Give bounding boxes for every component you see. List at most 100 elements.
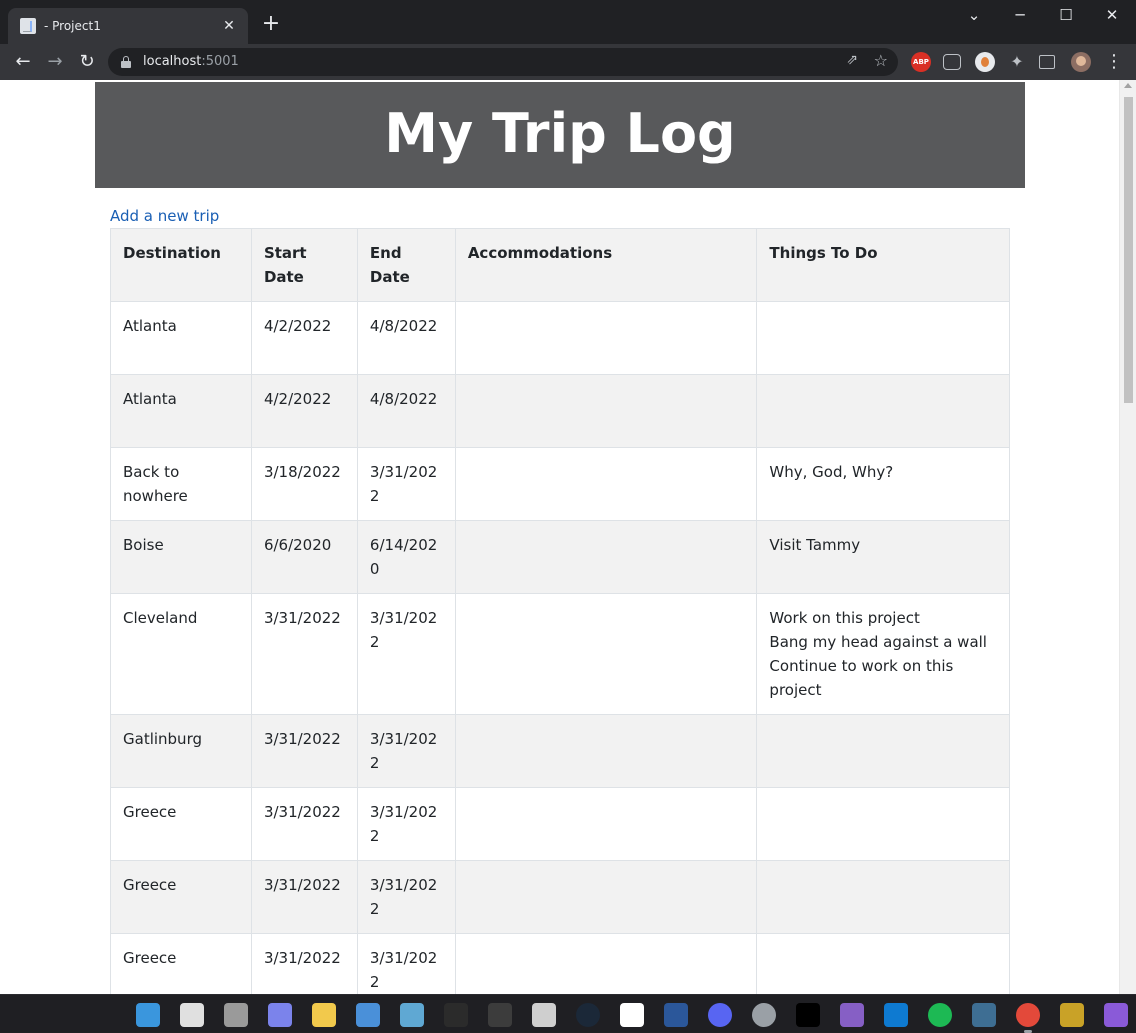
cell-things-to-do (756, 714, 1010, 788)
minimize-window-button[interactable]: ─ (997, 4, 1043, 28)
close-window-button[interactable]: ✕ (1089, 4, 1135, 28)
cell-accommodations (454, 447, 758, 521)
discord-icon[interactable] (708, 1003, 732, 1027)
table-row: Cleveland 3/31/2022 3/31/2022 Work on this … (110, 593, 1010, 715)
table-row: Boise 6/6/2020 6/14/2020 Visit Tammy (110, 520, 1010, 594)
cell-end-date: 3/31/2022 (356, 933, 456, 994)
table-row: Atlanta 4/2/2022 4/8/2022 (110, 301, 1010, 375)
add-trip-link[interactable]: Add a new trip (110, 207, 219, 225)
tab-search-chevron-icon[interactable]: ⌄ (951, 4, 997, 28)
cell-things-to-do (756, 933, 1010, 994)
cell-start-date: 6/6/2020 (250, 520, 358, 594)
lock-icon[interactable] (121, 56, 131, 68)
todo-item: Visit Tammy (769, 536, 861, 554)
user-avatar[interactable] (1071, 52, 1091, 72)
cell-end-date: 4/8/2022 (356, 374, 456, 448)
word-icon[interactable] (664, 1003, 688, 1027)
visual-studio-preview-icon[interactable] (1104, 1003, 1128, 1027)
address-url[interactable]: localhost:5001 (143, 54, 239, 69)
windows-start-icon[interactable] (136, 1003, 160, 1027)
page-title: My Trip Log (95, 82, 1025, 188)
oculus-icon[interactable] (620, 1003, 644, 1027)
cell-accommodations (454, 714, 758, 788)
task-manager-icon[interactable] (400, 1003, 424, 1027)
column-header-start-date: Start Date (250, 228, 358, 302)
cell-things-to-do (756, 374, 1010, 448)
reload-button[interactable]: ↻ (74, 49, 100, 75)
page-favicon-icon (20, 18, 36, 34)
adblock-plus-icon[interactable]: ABP (911, 52, 931, 72)
table-row: Atlanta 4/2/2022 4/8/2022 (110, 374, 1010, 448)
remote-desktop-icon[interactable] (356, 1003, 380, 1027)
cell-accommodations (454, 520, 758, 594)
column-header-destination: Destination (110, 228, 252, 302)
cell-start-date: 3/31/2022 (250, 714, 358, 788)
cell-accommodations (454, 301, 758, 375)
cell-end-date: 3/31/2022 (356, 714, 456, 788)
cell-things-to-do (756, 787, 1010, 861)
terminal-icon[interactable] (444, 1003, 468, 1027)
browser-tab[interactable]: - Project1 ✕ (8, 8, 248, 44)
maximize-window-button[interactable]: ☐ (1043, 4, 1089, 28)
cell-destination: Boise (110, 520, 252, 594)
profile-extension-icon[interactable] (975, 52, 995, 72)
task-view-icon[interactable] (224, 1003, 248, 1027)
cell-accommodations (454, 933, 758, 994)
new-tab-button[interactable]: + (259, 13, 283, 37)
table-header-row: Destination Start Date End Date Accommod… (110, 228, 1010, 302)
browser-toolbar: ← → ↻ localhost:5001 ⇗ ☆ ABP ✦ ⋮ (0, 44, 1136, 80)
scroll-up-arrow-icon[interactable] (1124, 83, 1132, 88)
page-viewport: My Trip Log Add a new trip Destination S… (0, 80, 1136, 994)
steam-icon[interactable] (576, 1003, 600, 1027)
forward-button[interactable]: → (42, 49, 68, 75)
cell-accommodations (454, 860, 758, 934)
scrollbar-thumb[interactable] (1124, 97, 1133, 403)
column-header-accommodations: Accommodations (454, 228, 758, 302)
back-button[interactable]: ← (10, 49, 36, 75)
file-explorer-icon[interactable] (312, 1003, 336, 1027)
tab-title: - Project1 (44, 19, 101, 33)
cell-start-date: 3/31/2022 (250, 593, 358, 715)
teams-chat-icon[interactable] (268, 1003, 292, 1027)
cell-things-to-do (756, 860, 1010, 934)
vs-code-icon[interactable] (884, 1003, 908, 1027)
cell-start-date: 4/2/2022 (250, 374, 358, 448)
cell-destination: Greece (110, 787, 252, 861)
chrome-icon[interactable] (1016, 1003, 1040, 1033)
cell-end-date: 3/31/2022 (356, 593, 456, 715)
extension-icon[interactable] (943, 54, 961, 70)
mysql-workbench-icon[interactable] (972, 1003, 996, 1027)
powershell-icon[interactable] (488, 1003, 512, 1027)
bookmark-star-icon[interactable]: ☆ (874, 51, 888, 70)
extensions-puzzle-icon[interactable]: ✦ (1007, 52, 1027, 72)
page-scrollbar[interactable] (1119, 80, 1136, 994)
browser-menu-button[interactable]: ⋮ (1101, 49, 1127, 75)
address-bar[interactable]: localhost:5001 ⇗ ☆ (108, 48, 898, 76)
cell-destination: Cleveland (110, 593, 252, 715)
cell-end-date: 3/31/2022 (356, 787, 456, 861)
app-icon[interactable] (1060, 1003, 1084, 1027)
search-icon[interactable] (180, 1003, 204, 1027)
spotify-icon[interactable] (928, 1003, 952, 1027)
speedometer-icon[interactable] (532, 1003, 556, 1027)
cell-things-to-do: Visit Tammy (756, 520, 1010, 594)
todo-item: Work on this project (769, 609, 920, 627)
table-row: Back to nowhere 3/18/2022 3/31/2022 Why, Go… (110, 447, 1010, 521)
settings-icon[interactable] (752, 1003, 776, 1027)
cell-end-date: 3/31/2022 (356, 860, 456, 934)
cell-end-date: 6/14/2020 (356, 520, 456, 594)
trips-table: Destination Start Date End Date Accommod… (110, 228, 1010, 994)
cell-destination: Greece (110, 860, 252, 934)
table-row: Greece 3/31/2022 3/31/2022 (110, 933, 1010, 994)
table-row: Greece 3/31/2022 3/31/2022 (110, 860, 1010, 934)
todo-item: Why, God, Why? (769, 463, 894, 481)
visual-studio-icon[interactable] (840, 1003, 864, 1027)
cell-start-date: 3/31/2022 (250, 933, 358, 994)
jetbrains-icon[interactable] (796, 1003, 820, 1027)
close-tab-icon[interactable]: ✕ (220, 18, 238, 34)
cell-end-date: 3/31/2022 (356, 447, 456, 521)
side-panel-icon[interactable] (1039, 55, 1055, 69)
todo-item: Continue to work on this project (769, 657, 954, 699)
share-icon[interactable]: ⇗ (846, 52, 858, 68)
cell-destination: Atlanta (110, 301, 252, 375)
